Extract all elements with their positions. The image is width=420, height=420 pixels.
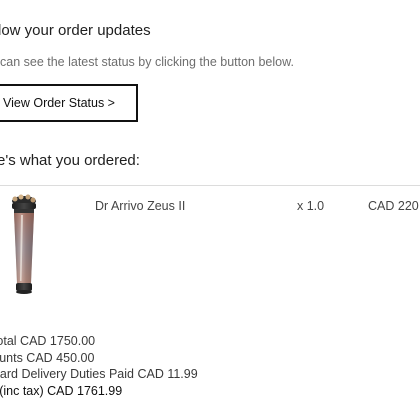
page-heading: low your order updates (0, 22, 151, 39)
product-quantity: x 1.0 (297, 199, 325, 213)
order-update-page: low your order updates can see the lates… (0, 0, 420, 420)
subtotal-line: btotal CAD 1750.00 (0, 334, 96, 348)
status-instruction-text: can see the latest status by clicking th… (0, 55, 294, 69)
order-summary-title: re's what you ordered: (0, 152, 140, 169)
divider (0, 185, 420, 186)
product-price: CAD 220 (368, 199, 419, 213)
product-name[interactable]: Dr Arrivo Zeus II (95, 199, 185, 213)
discounts-line: counts CAD 450.00 (0, 350, 95, 365)
view-order-status-button[interactable]: View Order Status > (0, 84, 138, 122)
product-image (12, 194, 36, 294)
delivery-line: ndard Delivery Duties Paid CAD 11.99 (0, 367, 198, 381)
order-totals: btotal CAD 1750.00 counts CAD 450.00 nda… (0, 333, 198, 399)
grand-total-line: al (inc tax) CAD 1761.99 (0, 383, 123, 398)
